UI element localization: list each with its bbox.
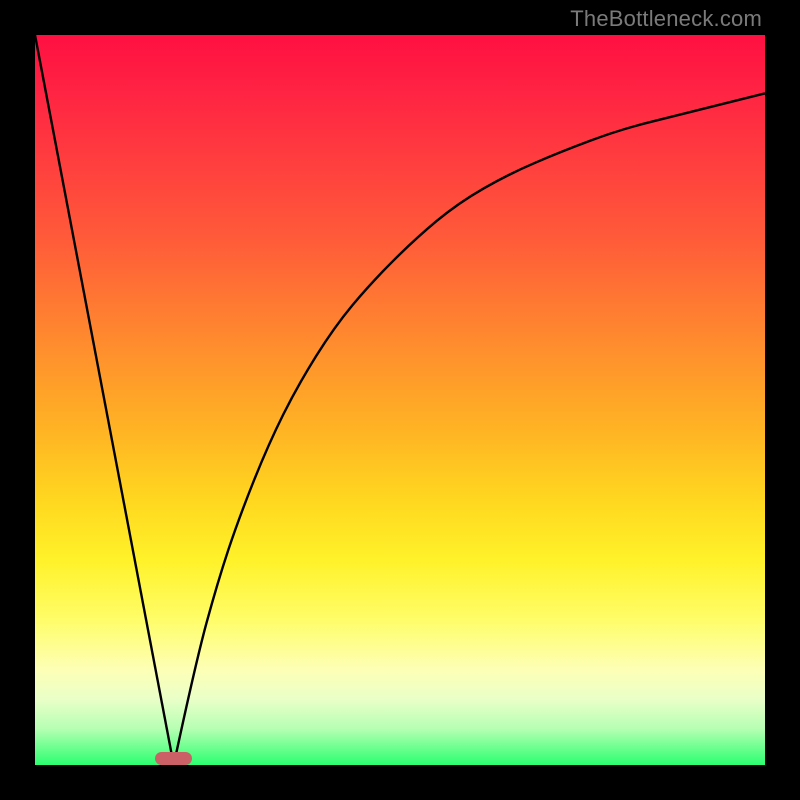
- chart-frame: TheBottleneck.com: [0, 0, 800, 800]
- curve-layer: [35, 35, 765, 765]
- curve-right-segment: [174, 93, 765, 765]
- plot-area: [35, 35, 765, 765]
- watermark-text: TheBottleneck.com: [570, 6, 762, 32]
- curve-left-segment: [35, 35, 174, 765]
- bottleneck-marker: [155, 752, 192, 765]
